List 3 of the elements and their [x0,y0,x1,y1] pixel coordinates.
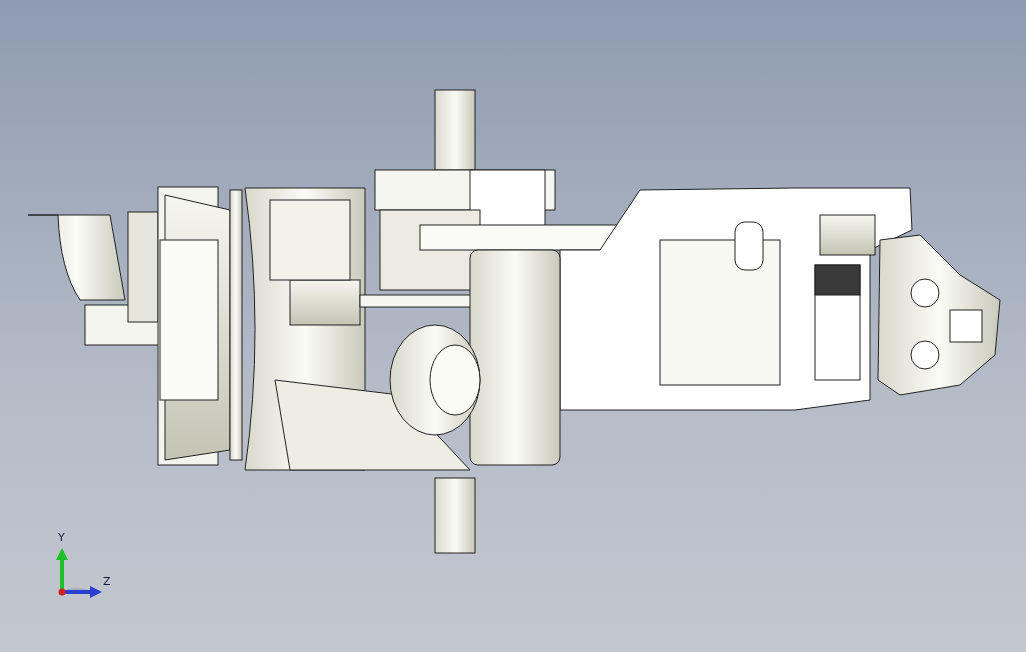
y-axis-label: Y [58,531,65,544]
axis-triad-drawing [56,548,102,598]
z-axis-label: Z [103,575,111,588]
